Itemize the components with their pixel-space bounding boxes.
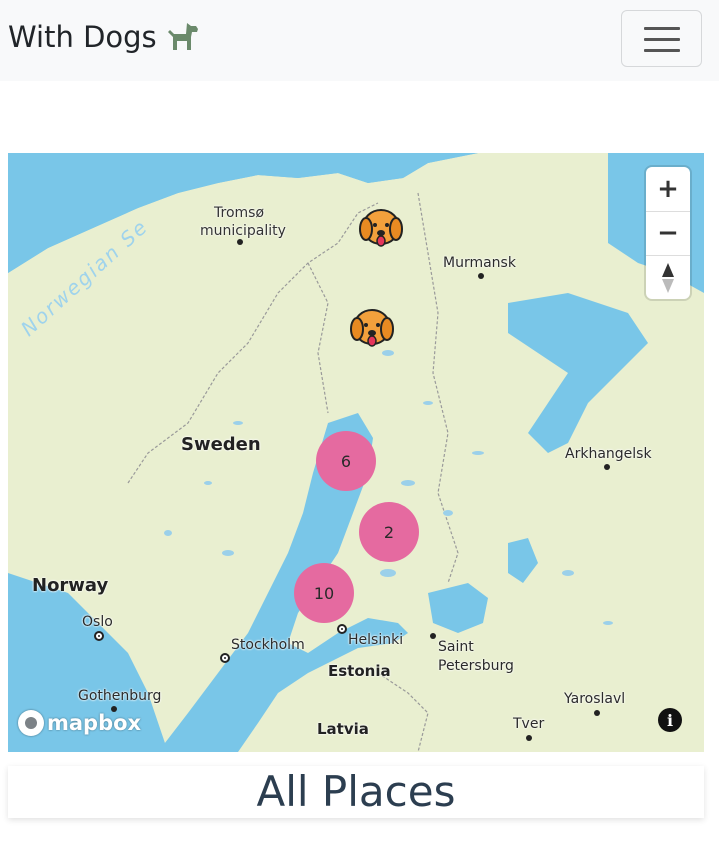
compass-icon (662, 262, 674, 293)
mapbox-logo[interactable]: mapbox (18, 710, 141, 736)
map-cluster[interactable]: 2 (359, 502, 419, 562)
navbar: With Dogs (0, 0, 719, 81)
map-city-dot (594, 710, 600, 716)
page-title: All Places (256, 767, 456, 816)
map-label-oslo: Oslo (82, 614, 113, 630)
map-capital-dot (337, 624, 347, 634)
map-cluster[interactable]: 10 (294, 563, 354, 623)
zoom-out-button[interactable]: − (646, 211, 690, 254)
zoom-in-button[interactable]: + (646, 167, 690, 210)
mapbox-logo-icon (18, 710, 44, 736)
info-icon[interactable]: i (658, 708, 682, 732)
map-city-dot (237, 239, 243, 245)
map-city-dot (430, 633, 436, 639)
dog-icon (167, 23, 198, 50)
map-capital-dot (220, 653, 230, 663)
mapbox-logo-text: mapbox (47, 711, 142, 735)
map-label-saint: Saint (438, 639, 474, 655)
dog-marker-icon[interactable] (356, 205, 406, 251)
brand-text: With Dogs (8, 20, 157, 54)
map-label-sweden: Sweden (181, 434, 261, 455)
brand-link[interactable]: With Dogs (8, 20, 200, 54)
map-navigation-control: + − (646, 167, 690, 299)
map-label-estonia: Estonia (328, 662, 391, 680)
map-label-tromso: Tromsø (214, 205, 265, 221)
compass-button[interactable] (646, 256, 690, 299)
map-label-arkhangelsk: Arkhangelsk (565, 446, 652, 462)
map[interactable]: Norwegian Se Tromsø municipality Murmans… (8, 153, 704, 752)
navbar-toggler-button[interactable] (621, 10, 702, 67)
map-label-helsinki: Helsinki (348, 632, 404, 648)
map-city-dot (478, 273, 484, 279)
section-header-card: All Places (8, 766, 704, 818)
map-cluster[interactable]: 6 (316, 431, 376, 491)
map-label-tver: Tver (513, 716, 545, 732)
map-label-petersburg: Petersburg (438, 658, 514, 674)
map-label-latvia: Latvia (317, 720, 369, 738)
map-city-dot (604, 464, 610, 470)
map-label-murmansk: Murmansk (443, 255, 516, 271)
map-capital-dot (94, 631, 104, 641)
map-label-yaroslavl: Yaroslavl (564, 691, 626, 707)
map-label-stockholm: Stockholm (231, 637, 305, 653)
dog-marker-icon[interactable] (347, 305, 397, 351)
map-label-gothenburg: Gothenburg (78, 688, 162, 704)
map-label-norway: Norway (32, 575, 109, 596)
map-label-tromso-municipality: municipality (200, 223, 286, 239)
map-city-dot (526, 735, 532, 741)
